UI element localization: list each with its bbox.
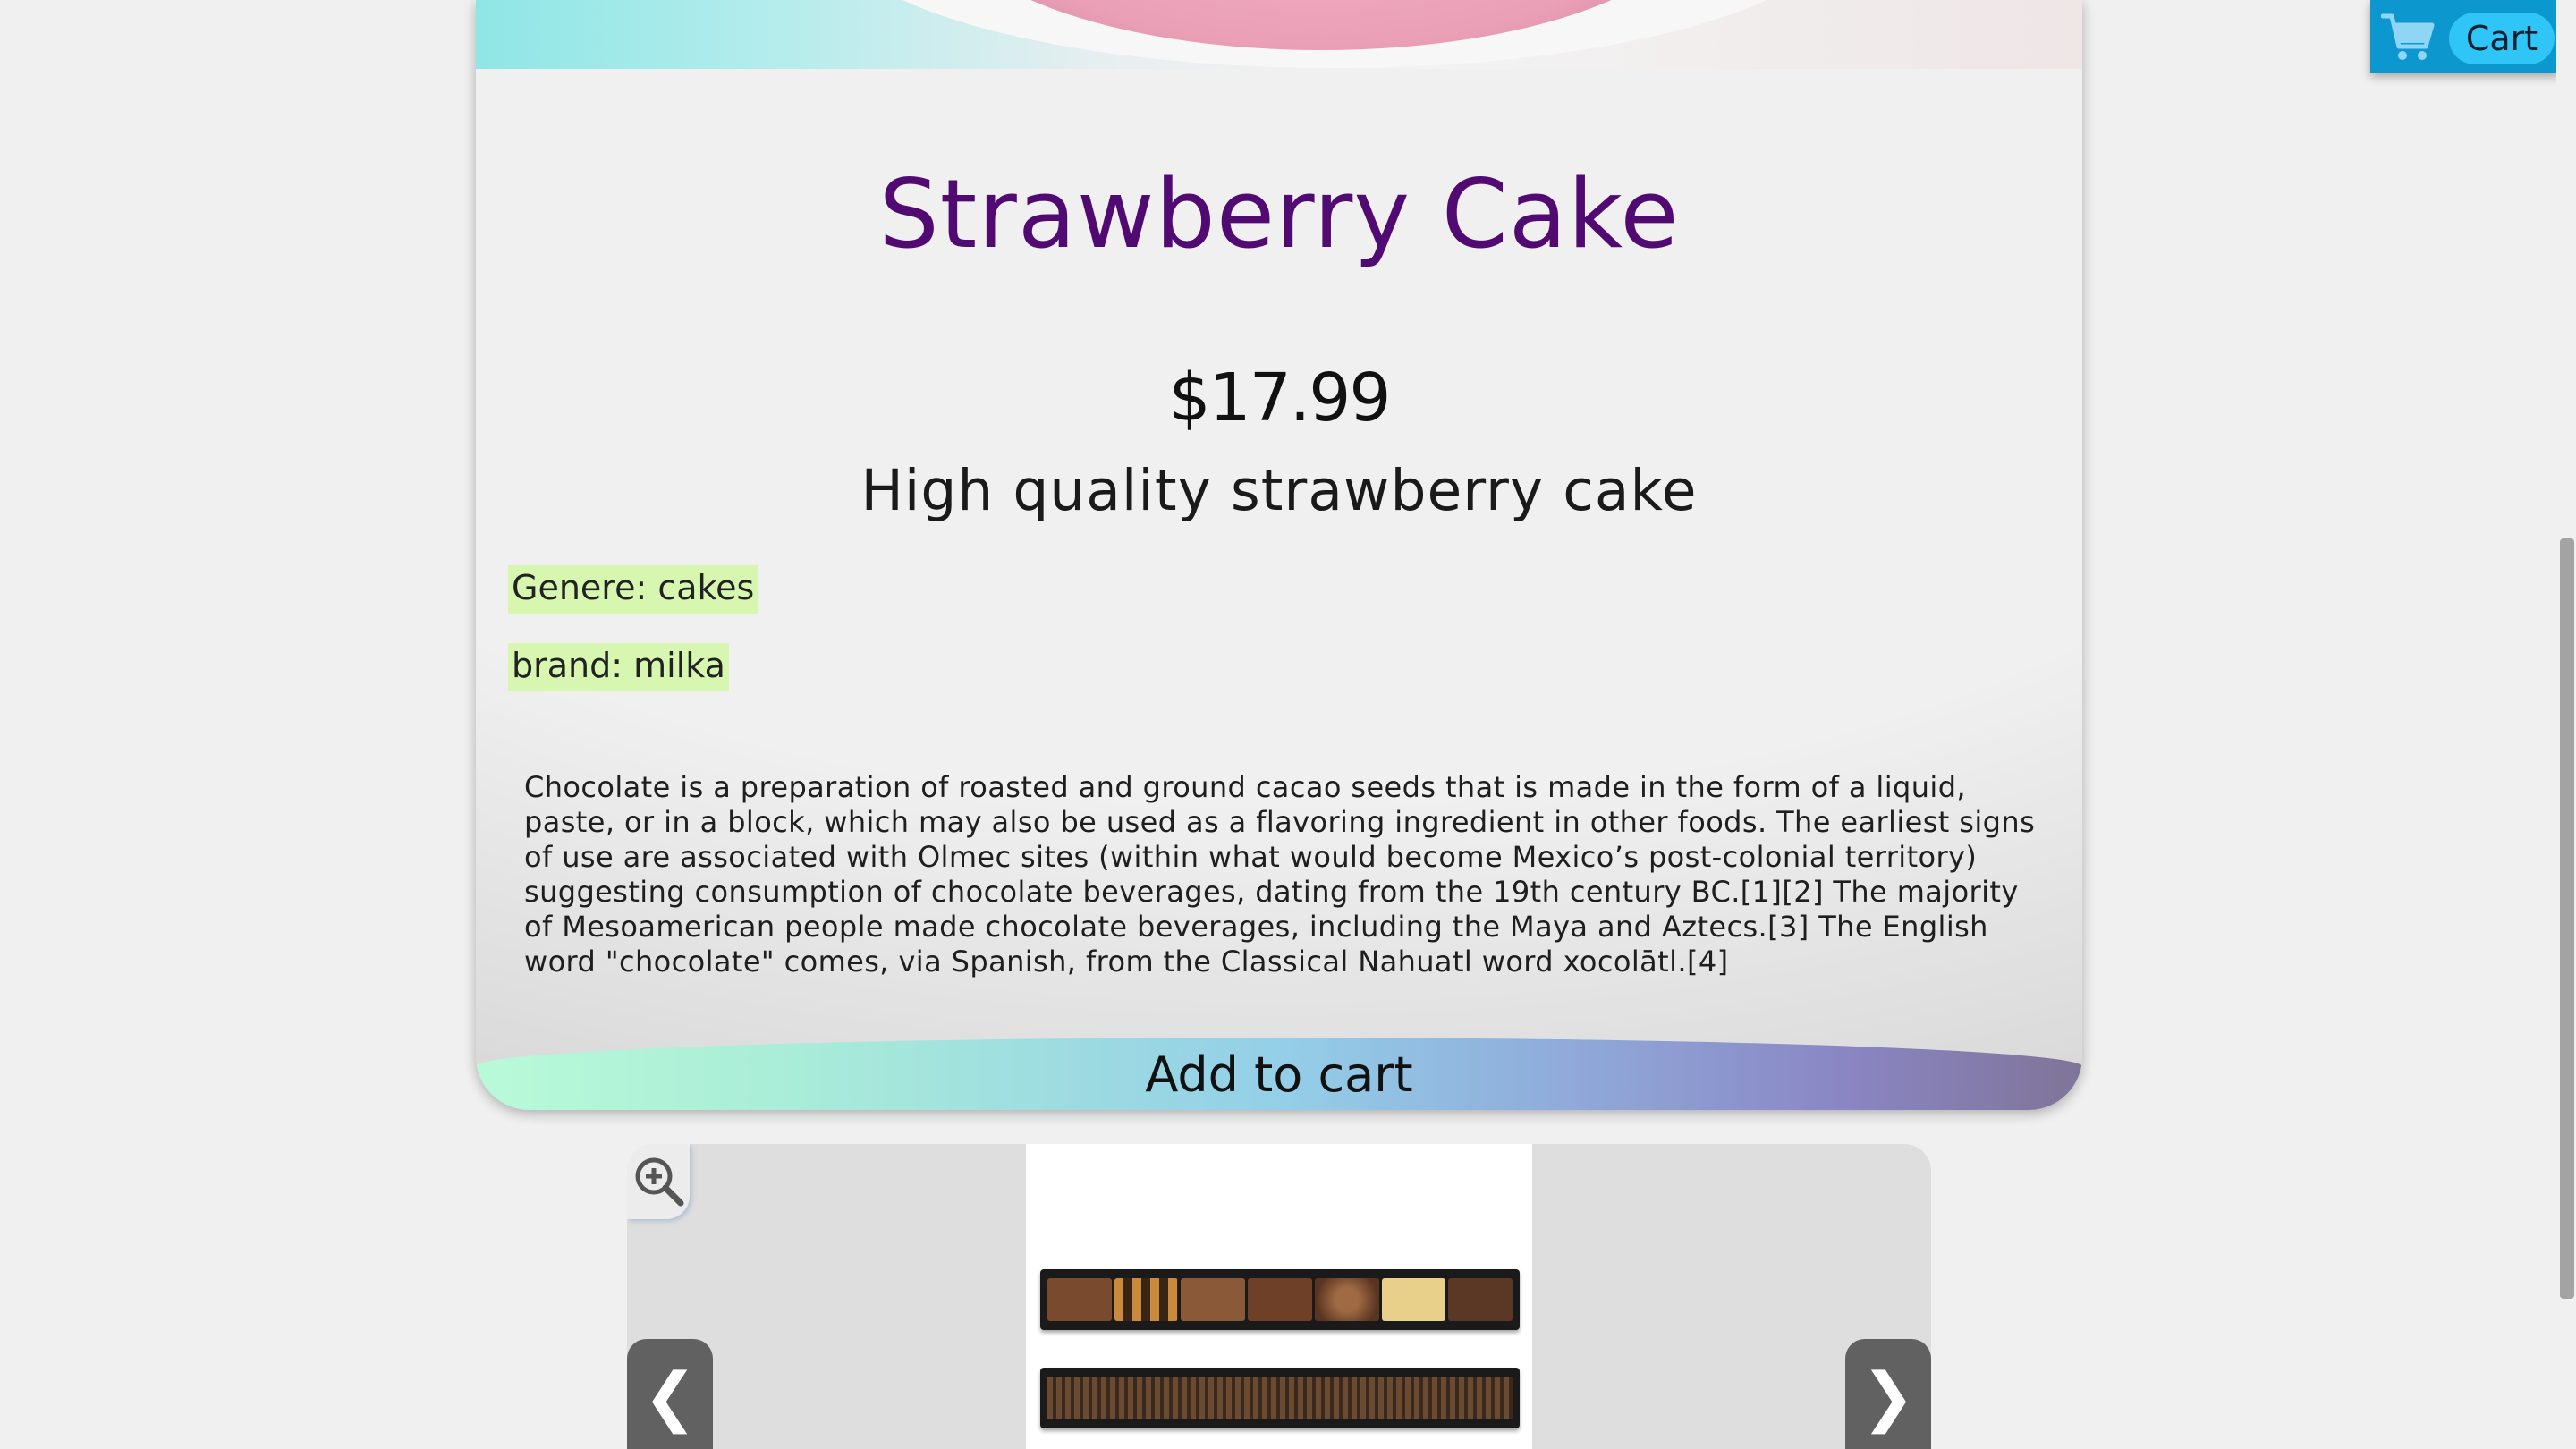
zoom-button[interactable] <box>627 1144 690 1219</box>
product-hero-image <box>476 0 2082 69</box>
image-gallery <box>627 1144 1931 1449</box>
add-to-cart-button[interactable]: Add to cart <box>476 1038 2082 1110</box>
zoom-in-icon <box>635 1157 684 1207</box>
gallery-product-photo <box>1026 1144 1532 1449</box>
product-subtitle: High quality strawberry cake <box>860 458 1698 523</box>
cart-label: Cart <box>2449 13 2555 64</box>
scrollbar-thumb[interactable] <box>2560 538 2574 1299</box>
chocolate-box-bottom <box>1040 1368 1520 1428</box>
cart-button[interactable]: Cart <box>2370 0 2560 73</box>
product-title: Strawberry Cake <box>878 159 1680 269</box>
brand-tag: brand: milka <box>508 643 729 691</box>
gallery-next-button[interactable]: ❯ <box>1845 1339 1931 1449</box>
product-description: Chocolate is a preparation of roasted an… <box>524 770 2036 979</box>
chocolate-box-top <box>1040 1269 1520 1330</box>
shopping-cart-icon <box>2381 13 2435 60</box>
product-price: $17.99 <box>1168 360 1392 436</box>
product-page: Strawberry Cake $17.99 High quality stra… <box>0 0 2576 1449</box>
product-card: Strawberry Cake $17.99 High quality stra… <box>476 0 2082 1110</box>
genre-tag: Genere: cakes <box>508 565 758 614</box>
gallery-prev-button[interactable]: ❮ <box>627 1339 713 1449</box>
